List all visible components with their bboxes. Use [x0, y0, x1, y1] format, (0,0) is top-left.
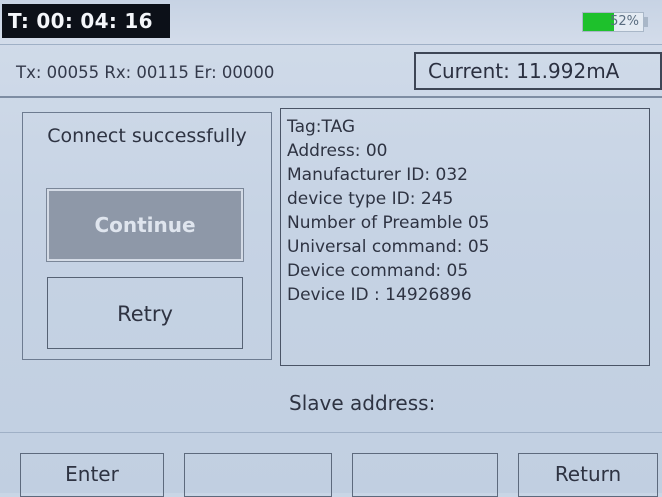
- header-divider: [0, 96, 662, 98]
- title-bar: T: 00: 04: 16 52%: [0, 0, 662, 45]
- device-info-panel: Tag:TAG Address: 00 Manufacturer ID: 032…: [280, 108, 650, 366]
- return-softkey[interactable]: Return: [518, 453, 658, 497]
- connect-status-message: Connect successfully: [47, 125, 247, 147]
- enter-softkey[interactable]: Enter: [20, 453, 164, 497]
- softkey-2[interactable]: [184, 453, 332, 497]
- retry-button[interactable]: Retry: [47, 277, 243, 349]
- slave-address-label: Slave address:: [289, 391, 436, 415]
- tx-rx-counters: Tx: 00055 Rx: 00115 Er: 00000: [16, 63, 275, 82]
- device-screen: T: 00: 04: 16 52% Tx: 00055 Rx: 00115 Er…: [0, 0, 662, 497]
- battery-icon: 52%: [582, 12, 644, 32]
- footer-divider: [0, 432, 662, 433]
- softkey-3[interactable]: [352, 453, 498, 497]
- info-manufacturer-id: Manufacturer ID: 032: [287, 165, 468, 185]
- battery-percent: 52%: [610, 14, 639, 29]
- battery-cap: [644, 17, 648, 27]
- connection-panel: Connect successfully Continue Retry: [22, 112, 272, 360]
- elapsed-timer: T: 00: 04: 16: [2, 4, 170, 38]
- info-device-id: Device ID : 14926896: [287, 285, 472, 305]
- info-preamble: Number of Preamble 05: [287, 213, 490, 233]
- continue-button[interactable]: Continue: [46, 188, 244, 262]
- current-readout: Current: 11.992mA: [414, 52, 662, 90]
- info-tag: Tag:TAG: [287, 117, 356, 137]
- info-device-type-id: device type ID: 245: [287, 189, 454, 209]
- info-universal-command: Universal command: 05: [287, 237, 490, 257]
- info-device-command: Device command: 05: [287, 261, 469, 281]
- info-address: Address: 00: [287, 141, 388, 161]
